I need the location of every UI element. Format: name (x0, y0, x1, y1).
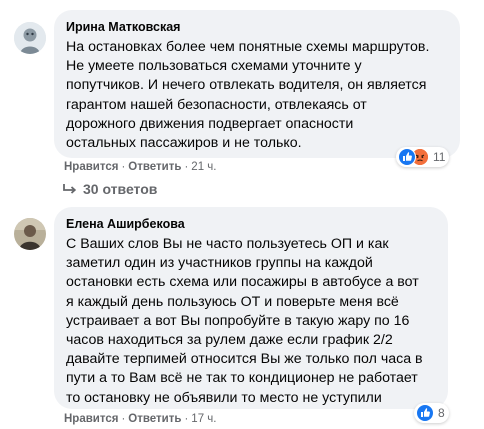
timestamp[interactable]: 17 ч. (191, 413, 216, 425)
avatar-image (14, 218, 46, 250)
reply-link[interactable]: Ответить (128, 161, 181, 173)
reaction-summary[interactable]: 8 (414, 403, 449, 423)
comment-text: С Ваших слов Вы не часто пользуетесь ОП … (66, 235, 436, 408)
comment-line: пути а то Вам всё не так то кондиционер … (66, 370, 418, 387)
separator: · (184, 413, 189, 425)
separator: · (121, 413, 126, 425)
reply-arrow-icon (63, 184, 77, 194)
avatar[interactable] (14, 22, 46, 54)
comment-bubble: Ирина Матковская На остановках более чем… (54, 10, 460, 158)
comment-author[interactable]: Елена Аширбекова (66, 216, 436, 232)
like-link[interactable]: Нравится (64, 413, 118, 425)
comment-line: часов находиться за рулем даже если граф… (66, 332, 393, 349)
comment-line: попутчиков. И нечего отвлекать водителя,… (66, 77, 427, 94)
reaction-count: 8 (438, 406, 445, 420)
reaction-count: 11 (433, 150, 446, 164)
comment-line: давайте терпимей относится Вы же только … (66, 351, 423, 368)
like-reaction-icon (416, 404, 434, 422)
comment-line: устраивает а вот Вы попробуйте в такую ж… (66, 312, 410, 329)
replies-label: 30 ответов (83, 181, 158, 197)
separator: · (184, 161, 189, 173)
comment-line: С Ваших слов Вы не часто пользуетесь ОП … (66, 236, 389, 252)
like-reaction-icon (398, 148, 416, 166)
avatar-image (14, 22, 46, 54)
like-link[interactable]: Нравится (64, 161, 118, 173)
comment-line: гарантом нашей безопасности, отвлекаясь … (66, 96, 367, 113)
avatar[interactable] (14, 218, 46, 250)
separator: · (121, 161, 126, 173)
comment-actions: Нравится · Ответить · 17 ч. (64, 413, 216, 425)
comment-line: заметил один из участников группы на каж… (66, 255, 373, 272)
view-replies-link[interactable]: 30 ответов (62, 181, 157, 197)
comment-line: остановки есть схема или посажиры в авто… (66, 274, 419, 291)
comment-line: На остановках более чем понятные схемы м… (66, 39, 430, 55)
comment-actions: Нравится · Ответить · 21 ч. (64, 161, 216, 173)
comment-line: Не умеете пользоваться схемами уточните … (66, 58, 362, 75)
comment-line: то остановку не объявили то место не уст… (66, 389, 382, 406)
reaction-summary[interactable]: 11 (396, 147, 450, 167)
comment-line: дорожного движения подвергает опасности (66, 115, 354, 132)
timestamp[interactable]: 21 ч. (191, 161, 216, 173)
comment-line: я каждый день пользуюсь ОТ и поверьте ме… (66, 293, 399, 310)
reply-link[interactable]: Ответить (128, 413, 181, 425)
comment-bubble: Елена Аширбекова С Ваших слов Вы не част… (54, 207, 448, 409)
comment-line: остальных пассажиров и не только. (66, 135, 302, 152)
comment-text: На остановках более чем понятные схемы м… (66, 38, 448, 153)
comment-author[interactable]: Ирина Матковская (66, 19, 448, 35)
